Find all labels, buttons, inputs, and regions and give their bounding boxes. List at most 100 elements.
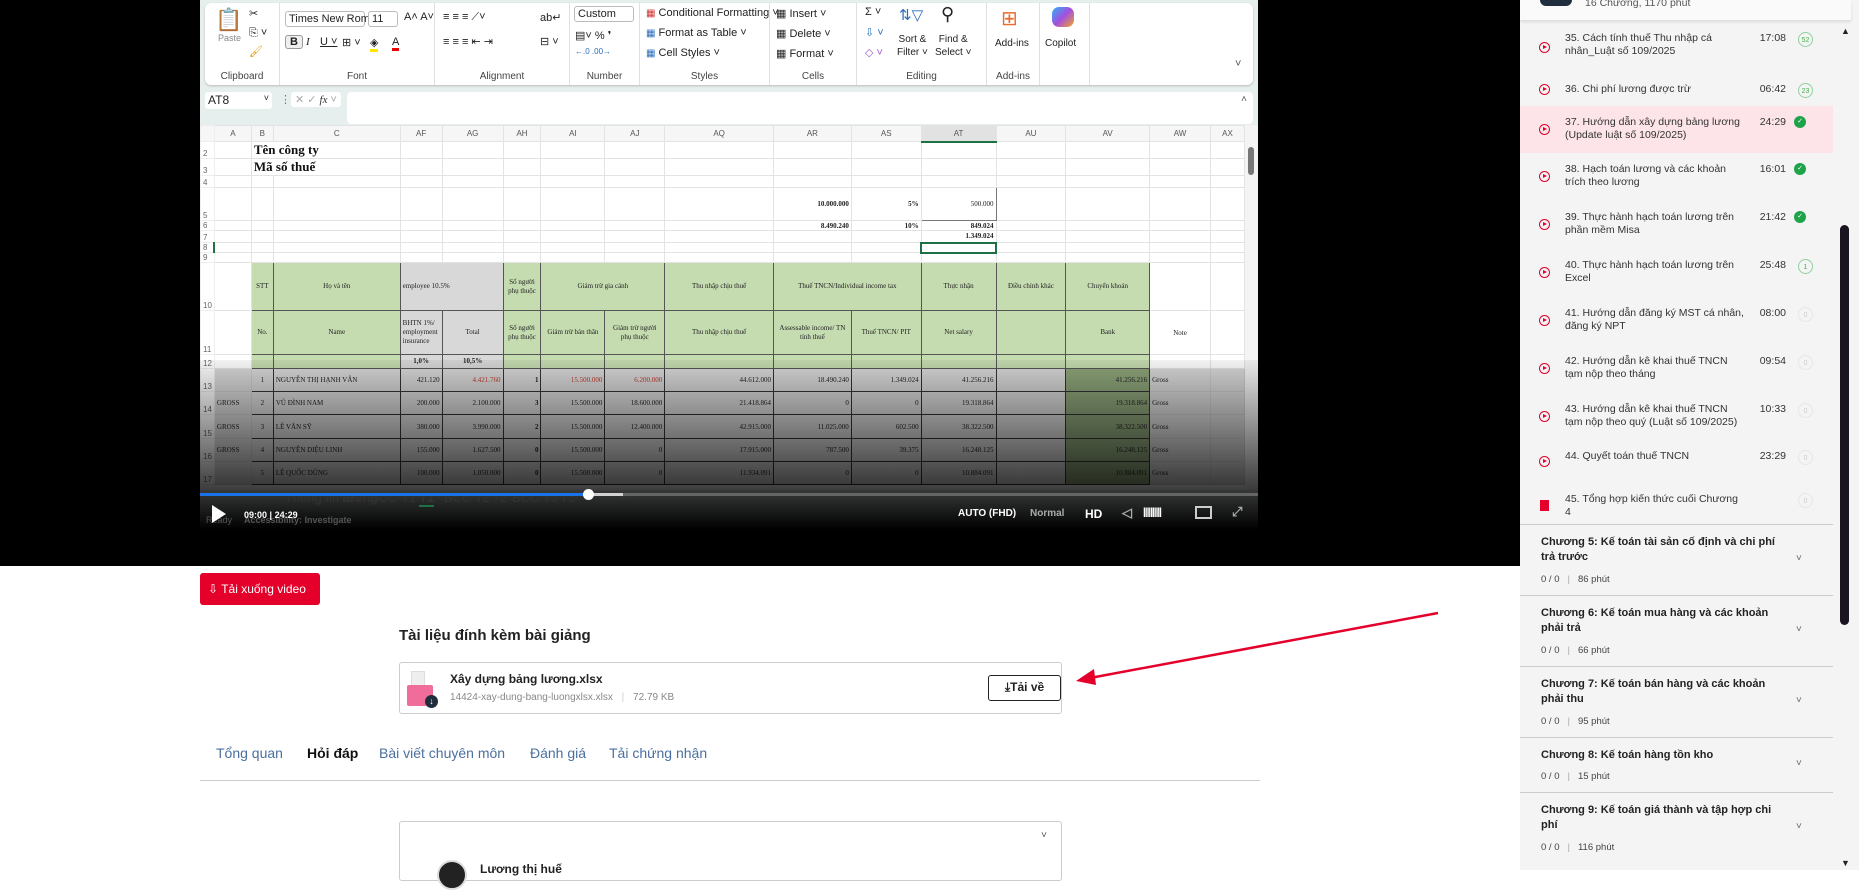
cell-AX7[interactable]: [1209, 230, 1245, 243]
cell-B6[interactable]: [250, 220, 274, 231]
lesson-item[interactable]: 40. Thực hành hạch toán lương trên Excel…: [1520, 249, 1833, 297]
cell-AH11[interactable]: Số người phụ thuộc: [502, 310, 542, 355]
lesson-item[interactable]: 44. Quyết toán thuế TNCN 23:29 0: [1520, 440, 1833, 483]
cell-AJ11[interactable]: Giảm trừ người phụ thuộc: [604, 310, 666, 355]
tab-3[interactable]: Đánh giá: [530, 745, 586, 761]
italic-button[interactable]: I: [306, 36, 310, 48]
cell-styles-button[interactable]: ▦ Cell Styles ˅: [646, 47, 720, 59]
cell-AG6[interactable]: [441, 220, 504, 231]
cell-AI7[interactable]: [540, 230, 606, 243]
cell-AW8[interactable]: [1149, 242, 1211, 253]
cell-AH2[interactable]: [502, 141, 542, 159]
chapter-item[interactable]: Chương 8: Kế toán hàng tồn kho 0 / 0 | 15 p…: [1520, 737, 1833, 792]
cell-AQ5[interactable]: [664, 187, 774, 221]
chevron-down-icon[interactable]: ˅: [1796, 553, 1802, 564]
chevron-up-icon[interactable]: ˄: [1241, 94, 1247, 105]
cell-AR3[interactable]: [772, 158, 852, 176]
column-header-AH[interactable]: AH: [502, 125, 542, 142]
cell-AJ8[interactable]: [604, 242, 666, 253]
cell-AU7[interactable]: [995, 230, 1067, 243]
addins-button[interactable]: Add-ins: [995, 38, 1029, 49]
font-color-icon[interactable]: A: [392, 36, 400, 51]
chevron-down-icon[interactable]: ˅: [1796, 758, 1802, 769]
chapter-item[interactable]: Chương 6: Kế toán mua hàng và các khoản …: [1520, 595, 1833, 666]
lesson-item[interactable]: 38. Hạch toán lương và các khoản trích t…: [1520, 153, 1833, 201]
cell-A8[interactable]: [213, 242, 252, 253]
cell-AS4[interactable]: [850, 175, 922, 188]
format-as-table-button[interactable]: ▦ Format as Table ˅: [646, 27, 747, 39]
cell-AX8[interactable]: [1209, 242, 1245, 253]
column-header-AS[interactable]: AS: [850, 125, 922, 142]
cell-A3[interactable]: [213, 158, 252, 176]
format-painter-icon[interactable]: 🖌: [249, 45, 263, 58]
cell-AS7[interactable]: [850, 230, 922, 243]
cell-AX4[interactable]: [1209, 175, 1245, 188]
autosum-icon[interactable]: Σ ˅: [865, 6, 881, 18]
cell-AT8[interactable]: [920, 241, 997, 254]
cell-AT10[interactable]: Thực nhận: [920, 262, 997, 311]
cell-AH9[interactable]: [502, 252, 542, 263]
select-all-corner[interactable]: [200, 125, 215, 142]
lesson-item[interactable]: 42. Hướng dẫn kê khai thuế TNCN tạm nộp …: [1520, 345, 1833, 393]
cell-AV6[interactable]: [1065, 220, 1151, 231]
formula-controls[interactable]: ✕ ✓ fx ˅: [291, 92, 341, 107]
cell-A11[interactable]: [213, 310, 252, 355]
cell-AR10[interactable]: Thuế TNCN/Individual income tax: [772, 262, 922, 311]
cell-C6[interactable]: [272, 220, 401, 231]
cell-AS9[interactable]: [850, 252, 922, 263]
chevron-down-icon[interactable]: ˅: [1796, 821, 1802, 832]
cell-AV10[interactable]: Chuyển khoản: [1065, 262, 1151, 311]
row-header-9[interactable]: 9: [200, 252, 215, 263]
cell-A6[interactable]: [213, 220, 252, 231]
cell-C11[interactable]: Name: [272, 310, 401, 355]
cell-AI5[interactable]: [540, 187, 606, 221]
cell-A10[interactable]: [213, 262, 252, 311]
sort-filter-icon[interactable]: ⇅▽: [899, 6, 923, 24]
cell-AT11[interactable]: Net salary: [920, 310, 997, 355]
cell-B10[interactable]: STT: [250, 262, 274, 311]
cell-AU8[interactable]: [995, 242, 1067, 253]
cell-A7[interactable]: [213, 230, 252, 243]
column-header-AQ[interactable]: AQ: [664, 125, 774, 142]
row-header-3[interactable]: 3: [200, 158, 215, 176]
cell-AX6[interactable]: [1209, 220, 1245, 231]
cell-AJ7[interactable]: [604, 230, 666, 243]
cell-AI10[interactable]: Giảm trừ gia cảnh: [540, 262, 666, 311]
cell-AI4[interactable]: [540, 175, 606, 188]
cell-AF3[interactable]: [399, 158, 443, 176]
cell-AV7[interactable]: [1065, 230, 1151, 243]
cell-AH5[interactable]: [502, 187, 542, 221]
cell-AW3[interactable]: [1149, 158, 1211, 176]
cell-AW5[interactable]: [1149, 187, 1211, 221]
cell-AR4[interactable]: [772, 175, 852, 188]
cell-B11[interactable]: No.: [250, 310, 274, 355]
cell-C4[interactable]: [272, 175, 401, 188]
row-header-6[interactable]: 6: [200, 220, 215, 231]
lesson-item[interactable]: 43. Hướng dẫn kê khai thuế TNCN tạm nộp …: [1520, 393, 1833, 440]
cell-AS5[interactable]: 5%: [850, 187, 922, 221]
play-icon[interactable]: [212, 505, 226, 523]
cell-AU4[interactable]: [995, 175, 1067, 188]
cell-AV5[interactable]: [1065, 187, 1151, 221]
row-header-10[interactable]: 10: [200, 262, 215, 311]
cell-AQ11[interactable]: Thu nhập chịu thuế: [664, 310, 774, 355]
cell-AR2[interactable]: [772, 141, 852, 159]
cell-B3[interactable]: Mã số thuế: [250, 158, 401, 176]
delete-button[interactable]: ▦ Delete ˅: [776, 27, 831, 40]
cell-AW6[interactable]: [1149, 220, 1211, 231]
cell-AX10[interactable]: [1209, 262, 1245, 311]
cell-AH10[interactable]: Số người phụ thuộc: [502, 262, 542, 311]
row-header-11[interactable]: 11: [200, 310, 215, 355]
sidebar-scrollbar[interactable]: ▲ ▼: [1837, 0, 1859, 870]
cell-AJ9[interactable]: [604, 252, 666, 263]
chapter-item[interactable]: Chương 7: Kế toán bán hàng và các khoản …: [1520, 666, 1833, 737]
cell-AG2[interactable]: [441, 141, 504, 159]
fullscreen-icon[interactable]: ⤢: [1232, 504, 1242, 520]
chevron-down-icon[interactable]: ˅: [1796, 695, 1802, 706]
cell-AX3[interactable]: [1209, 158, 1245, 176]
chevron-down-icon[interactable]: ˅: [1796, 624, 1802, 635]
lesson-item[interactable]: 41. Hướng dẫn đăng ký MST cá nhân, đăng …: [1520, 297, 1833, 345]
conditional-formatting-button[interactable]: ▦ Conditional Formatting ˅: [646, 7, 779, 19]
bold-button[interactable]: B: [285, 35, 303, 49]
cell-C7[interactable]: [272, 230, 401, 243]
